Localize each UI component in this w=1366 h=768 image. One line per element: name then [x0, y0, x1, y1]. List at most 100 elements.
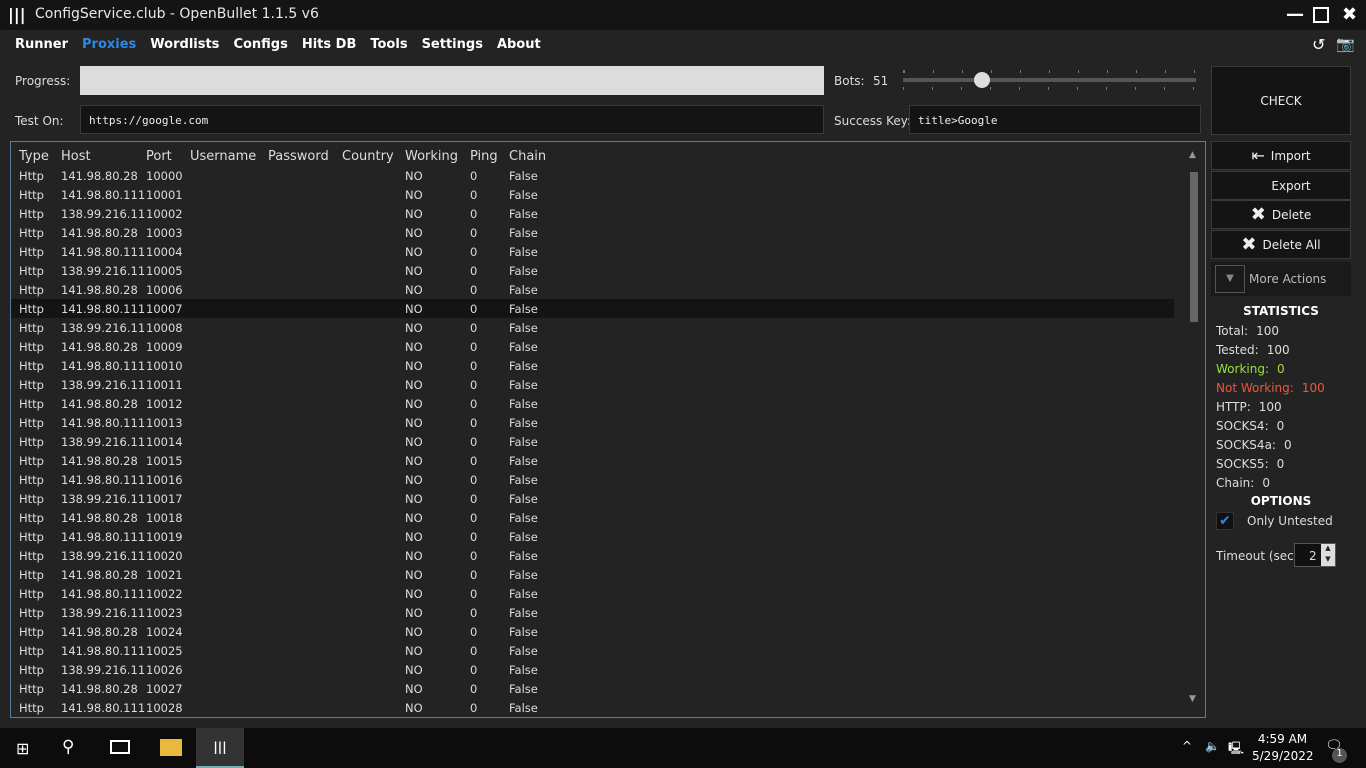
- table-row[interactable]: Http 141.98.80.28 10003 NO 0 False: [11, 223, 1174, 242]
- column-header-working[interactable]: Working: [405, 149, 458, 164]
- more-actions-dropdown[interactable]: ▼ More Actions: [1211, 262, 1351, 296]
- cell-working: NO: [405, 302, 423, 316]
- delete-all-button[interactable]: ✖ Delete All: [1211, 230, 1351, 259]
- minimize-button[interactable]: —: [1286, 4, 1304, 25]
- slider-thumb[interactable]: [974, 72, 991, 88]
- column-header-password[interactable]: Password: [268, 149, 329, 164]
- table-row[interactable]: Http 141.98.80.28 10021 NO 0 False: [11, 565, 1174, 584]
- table-row[interactable]: Http 141.98.80.111 10013 NO 0 False: [11, 413, 1174, 432]
- stat-value: 100: [1301, 381, 1325, 395]
- table-row[interactable]: Http 141.98.80.28 10006 NO 0 False: [11, 280, 1174, 299]
- table-row[interactable]: Http 138.99.216.11 10014 NO 0 False: [11, 432, 1174, 451]
- column-header-ping[interactable]: Ping: [470, 149, 498, 164]
- cell-port: 10022: [146, 587, 183, 601]
- network-icon[interactable]: 🖳: [1228, 739, 1244, 760]
- table-row[interactable]: Http 138.99.216.11 10008 NO 0 False: [11, 318, 1174, 337]
- windows-start-icon[interactable]: ⊞: [16, 739, 29, 758]
- cell-type: Http: [19, 283, 44, 297]
- stat-label: Total:: [1216, 324, 1249, 338]
- check-button[interactable]: CHECK: [1211, 66, 1351, 135]
- clock-time[interactable]: 4:59 AM: [1255, 732, 1310, 746]
- column-header-host[interactable]: Host: [61, 149, 91, 164]
- table-row[interactable]: Http 141.98.80.28 10009 NO 0 False: [11, 337, 1174, 356]
- menu-configs[interactable]: Configs: [233, 37, 287, 52]
- column-header-type[interactable]: Type: [19, 149, 49, 164]
- bots-slider[interactable]: [903, 70, 1196, 90]
- scroll-down-icon[interactable]: ▼: [1189, 694, 1196, 704]
- table-row[interactable]: Http 141.98.80.111 10019 NO 0 False: [11, 527, 1174, 546]
- menu-about[interactable]: About: [497, 37, 541, 52]
- menu-wordlists[interactable]: Wordlists: [150, 37, 219, 52]
- table-row[interactable]: Http 141.98.80.28 10000 NO 0 False: [11, 166, 1174, 185]
- table-row[interactable]: Http 138.99.216.11 10002 NO 0 False: [11, 204, 1174, 223]
- stat-http: HTTP: 100: [1216, 400, 1282, 414]
- openbullet-taskbar-icon[interactable]: |||: [196, 728, 244, 768]
- table-row[interactable]: Http 141.98.80.111 10022 NO 0 False: [11, 584, 1174, 603]
- table-row[interactable]: Http 138.99.216.11 10005 NO 0 False: [11, 261, 1174, 280]
- stat-label: SOCKS4:: [1216, 419, 1269, 433]
- cell-port: 10001: [146, 188, 183, 202]
- clock-date[interactable]: 5/29/2022: [1252, 749, 1314, 763]
- import-button[interactable]: ⇤ Import: [1211, 141, 1351, 170]
- table-row[interactable]: Http 141.98.80.28 10012 NO 0 False: [11, 394, 1174, 413]
- cell-type: Http: [19, 606, 44, 620]
- close-button[interactable]: ✖: [1342, 4, 1357, 25]
- stepper-up-icon[interactable]: ▲: [1321, 544, 1335, 555]
- stepper-down-icon[interactable]: ▼: [1321, 555, 1335, 566]
- only-untested-checkbox[interactable]: ✔: [1216, 512, 1234, 530]
- menu-tools[interactable]: Tools: [370, 37, 407, 52]
- stat-value: 100: [1258, 400, 1282, 414]
- table-row[interactable]: Http 141.98.80.28 10018 NO 0 False: [11, 508, 1174, 527]
- success-key-input[interactable]: title>Google: [909, 105, 1201, 134]
- scroll-thumb[interactable]: [1190, 172, 1198, 322]
- volume-muted-icon[interactable]: 🔈: [1205, 739, 1220, 753]
- menu-hits-db[interactable]: Hits DB: [302, 37, 357, 52]
- table-row[interactable]: Http 141.98.80.111 10028 NO 0 False: [11, 698, 1174, 717]
- cell-port: 10016: [146, 473, 183, 487]
- progress-bar: [80, 66, 824, 95]
- search-icon[interactable]: ⚲: [62, 737, 74, 757]
- table-row[interactable]: Http 141.98.80.28 10024 NO 0 False: [11, 622, 1174, 641]
- stat-socks4: SOCKS4: 0: [1216, 419, 1284, 433]
- proxy-table: Type Host Port Username Password Country Worki…: [10, 141, 1206, 718]
- scroll-up-icon[interactable]: ▲: [1189, 150, 1196, 160]
- table-row[interactable]: Http 141.98.80.111 10010 NO 0 False: [11, 356, 1174, 375]
- column-header-country[interactable]: Country: [342, 149, 394, 164]
- column-header-port[interactable]: Port: [146, 149, 172, 164]
- table-row[interactable]: Http 138.99.216.11 10011 NO 0 False: [11, 375, 1174, 394]
- menu-settings[interactable]: Settings: [422, 37, 483, 52]
- timeout-value[interactable]: 2: [1309, 549, 1317, 563]
- table-row[interactable]: Http 138.99.216.11 10023 NO 0 False: [11, 603, 1174, 622]
- table-row[interactable]: Http 141.98.80.111 10004 NO 0 False: [11, 242, 1174, 261]
- stat-socks5: SOCKS5: 0: [1216, 457, 1284, 471]
- table-row[interactable]: Http 141.98.80.111 10016 NO 0 False: [11, 470, 1174, 489]
- column-header-chain[interactable]: Chain: [509, 149, 546, 164]
- export-button[interactable]: Export: [1211, 171, 1351, 200]
- test-on-input[interactable]: https://google.com: [80, 105, 824, 134]
- maximize-button[interactable]: [1313, 7, 1329, 23]
- table-row[interactable]: Http 141.98.80.111 10001 NO 0 False: [11, 185, 1174, 204]
- table-row[interactable]: Http 141.98.80.111 10025 NO 0 False: [11, 641, 1174, 660]
- table-row[interactable]: Http 141.98.80.28 10027 NO 0 False: [11, 679, 1174, 698]
- column-header-username[interactable]: Username: [190, 149, 256, 164]
- menu-proxies[interactable]: Proxies: [82, 37, 136, 52]
- task-view-icon[interactable]: [110, 740, 130, 754]
- menu-runner[interactable]: Runner: [15, 37, 68, 52]
- scrollbar[interactable]: ▲ ▼: [1183, 142, 1205, 717]
- chevron-down-icon[interactable]: ▼: [1215, 265, 1245, 293]
- stat-label: Chain:: [1216, 476, 1255, 490]
- table-row[interactable]: Http 141.98.80.111 10007 NO 0 False: [11, 299, 1174, 318]
- cell-chain: False: [509, 169, 538, 183]
- timeout-stepper[interactable]: 2 ▲ ▼: [1294, 543, 1336, 567]
- cell-chain: False: [509, 663, 538, 677]
- cell-type: Http: [19, 625, 44, 639]
- screenshot-icon[interactable]: 📷: [1336, 35, 1355, 53]
- table-row[interactable]: Http 141.98.80.28 10015 NO 0 False: [11, 451, 1174, 470]
- table-row[interactable]: Http 138.99.216.11 10026 NO 0 False: [11, 660, 1174, 679]
- file-explorer-icon[interactable]: [160, 739, 182, 756]
- table-row[interactable]: Http 138.99.216.11 10020 NO 0 False: [11, 546, 1174, 565]
- chevron-up-icon[interactable]: ^: [1182, 739, 1192, 753]
- delete-button[interactable]: ✖ Delete: [1211, 200, 1351, 229]
- history-icon[interactable]: ↺: [1312, 35, 1325, 54]
- table-row[interactable]: Http 138.99.216.11 10017 NO 0 False: [11, 489, 1174, 508]
